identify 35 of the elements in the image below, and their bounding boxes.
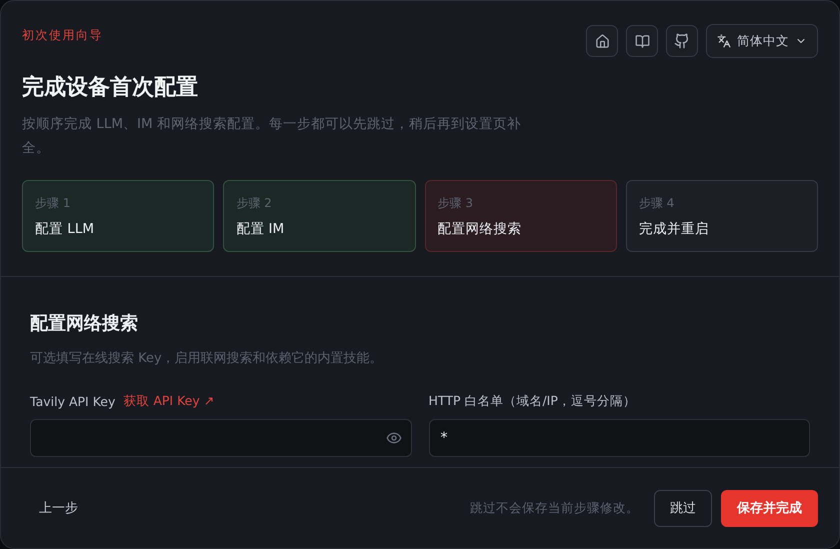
step-number: 步骤 4 [638,195,676,212]
input-field[interactable]: * [428,419,810,457]
page-title: 完成设备首次配置 [22,74,199,102]
field-label: Tavily API Key [30,394,116,409]
home-button[interactable] [586,25,618,57]
docs-button[interactable] [626,25,658,57]
eye-icon[interactable] [386,430,402,446]
github-button[interactable] [666,25,698,57]
step-title: 配置 IM [236,220,286,238]
step-card[interactable]: 步骤 1 配置 LLM [22,180,214,252]
step-title: 配置网络搜索 [438,220,522,238]
step-card[interactable]: 步骤 4 完成并重启 [626,180,818,252]
eyebrow-label: 初次使用向导 [22,27,103,44]
step-number: 步骤 3 [438,195,474,212]
back-button[interactable]: 上一步 [22,491,95,525]
section-title: 配置网络搜索 [30,312,139,335]
page-description: 按顺序完成 LLM、IM 和网络搜索配置。每一步都可以先跳过，稍后再到设置页补全。 [22,115,522,158]
field-label: HTTP 白名单（域名/IP，逗号分隔） [428,393,636,410]
save-finish-button[interactable]: 保存并完成 [721,490,818,526]
step-card[interactable]: 步骤 2 配置 IM [223,180,416,252]
input-field[interactable] [30,419,412,457]
step-number: 步骤 1 [35,195,72,212]
home-icon [594,34,610,48]
step-title: 完成并重启 [638,220,710,238]
book-icon [634,34,650,48]
get-key-link[interactable]: 获取 API Key ↗ [123,393,214,410]
skip-hint: 跳过不会保存当前步骤修改。 [470,500,639,516]
translate-icon [717,34,731,48]
skip-button[interactable]: 跳过 [654,490,712,526]
language-select[interactable]: 简体中文 [706,24,818,58]
step-number: 步骤 2 [236,195,273,212]
step-title: 配置 LLM [35,220,95,238]
step-card[interactable]: 步骤 3 配置网络搜索 [424,180,617,252]
section-description: 可选填写在线搜索 Key，启用联网搜索和依赖它的内置技能。 [30,350,384,367]
github-icon [674,33,690,49]
